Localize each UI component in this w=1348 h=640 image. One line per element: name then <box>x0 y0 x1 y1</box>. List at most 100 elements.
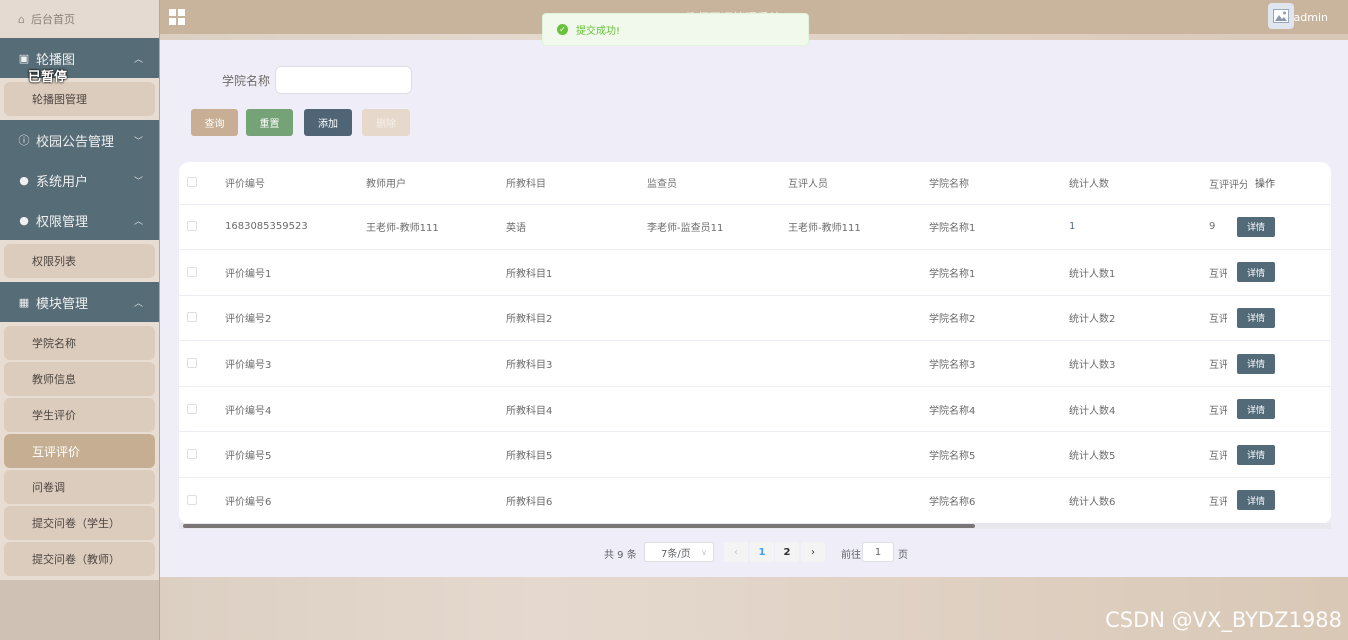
search-college-input[interactable] <box>275 66 412 94</box>
table-cell: 9 <box>1190 204 1227 251</box>
table-cell: 李老师-监查员11 <box>628 204 769 251</box>
column-header: 互评评分 操作 <box>1190 162 1331 205</box>
menu-group-system-users[interactable]: ● 系统用户 ﹀ <box>0 160 159 200</box>
menu-group-modules[interactable]: ▦ 模块管理 ︿ <box>0 282 159 322</box>
page-size-select[interactable]: 7条/页 ∨ <box>644 542 714 562</box>
table-cell: 统计人数6 <box>1050 477 1190 524</box>
submenu-modules: 学院名称 教师信息 学生评价 互评评价 问卷调 提交问卷（学生） 提交问卷（教师… <box>0 322 159 580</box>
table-cell: 学院名称3 <box>910 340 1050 387</box>
success-toast: ✓ 提交成功! <box>542 13 809 46</box>
sidebar-home-label: 后台首页 <box>30 13 75 26</box>
sidebar-item-submit-survey-student[interactable]: 提交问卷（学生） <box>4 506 155 540</box>
sidebar-item-student-eval[interactable]: 学生评价 <box>4 398 155 432</box>
table-cell: 评价编号1 <box>206 249 347 296</box>
query-button[interactable]: 查询 <box>191 109 238 136</box>
detail-button[interactable]: 详情 <box>1237 307 1275 328</box>
table-cell <box>769 431 910 479</box>
table-cell: 1 <box>1050 204 1190 251</box>
table-cell <box>769 477 910 524</box>
avatar[interactable] <box>1268 3 1294 29</box>
user-name[interactable]: admin <box>1294 11 1328 24</box>
image-icon: ▣ <box>18 51 30 65</box>
detail-button[interactable]: 详情 <box>1237 399 1275 420</box>
table-cell: 统计人数4 <box>1050 386 1190 433</box>
table-cell: 所教科目6 <box>487 477 628 524</box>
delete-button[interactable]: 删除 <box>362 109 410 136</box>
reset-button[interactable]: 重置 <box>246 109 293 136</box>
row-checkbox[interactable] <box>187 266 197 277</box>
table-cell: 学院名称4 <box>910 386 1050 433</box>
menu-group-label: 权限管理 <box>36 214 89 230</box>
sidebar-item-peer-eval[interactable]: 互评评价 <box>4 434 155 468</box>
page-2-button[interactable]: 2 <box>775 542 799 562</box>
horizontal-scrollbar[interactable] <box>183 524 975 528</box>
image-placeholder-icon <box>1273 9 1289 23</box>
row-checkbox[interactable] <box>187 449 197 460</box>
page-size-value: 7条/页 <box>661 548 691 560</box>
goto-page-input[interactable]: 1 <box>862 542 894 562</box>
table-cell: 互评评分 <box>1190 340 1227 387</box>
table-cell <box>769 249 910 296</box>
user-icon: ● <box>19 173 29 187</box>
add-button[interactable]: 添加 <box>304 109 352 136</box>
sidebar-item-carousel-manage[interactable]: 轮播图管理 <box>4 82 155 116</box>
chevron-up-icon: ︿ <box>133 298 143 309</box>
menu-group-carousel[interactable]: ▣ 轮播图 ︿ <box>0 38 159 78</box>
sidebar-item-teacher-info[interactable]: 教师信息 <box>4 362 155 396</box>
table-cell <box>628 431 769 479</box>
detail-button[interactable]: 详情 <box>1237 262 1275 283</box>
page-1-button[interactable]: 1 <box>750 542 774 562</box>
table-cell: 学院名称1 <box>910 204 1050 251</box>
row-checkbox[interactable] <box>187 403 197 414</box>
detail-button[interactable]: 详情 <box>1237 353 1275 374</box>
sidebar-item-college-name[interactable]: 学院名称 <box>4 326 155 360</box>
row-checkbox[interactable] <box>187 358 197 369</box>
detail-button[interactable]: 详情 <box>1237 216 1275 237</box>
table-cell: 评价编号3 <box>206 340 347 387</box>
chevron-up-icon: ︿ <box>133 54 143 65</box>
table-cell: 所教科目1 <box>487 249 628 296</box>
sidebar-item-submit-survey-teacher[interactable]: 提交问卷（教师） <box>4 542 155 576</box>
detail-button[interactable]: 详情 <box>1237 490 1275 511</box>
toast-message: 提交成功! <box>576 26 621 37</box>
table-cell <box>347 340 487 387</box>
column-header-actions: 操作 <box>1255 178 1275 190</box>
table-cell: 学院名称5 <box>910 431 1050 479</box>
main-content: 学院名称 查询 重置 添加 删除 评价编号 教师用户 所教科目 监查员 互评人员… <box>160 40 1348 577</box>
sidebar-home-link[interactable]: ⌂ 后台首页 <box>0 0 159 38</box>
table-cell <box>769 340 910 387</box>
data-table: 评价编号 教师用户 所教科目 监查员 互评人员 学院名称 统计人数 互评评分 操作… <box>179 162 1331 524</box>
column-header: 学院名称 <box>910 162 1050 205</box>
select-all-checkbox[interactable] <box>187 177 197 188</box>
table-cell <box>628 477 769 524</box>
table-cell: 统计人数3 <box>1050 340 1190 387</box>
menu-group-announcements[interactable]: ⓘ 校园公告管理 ﹀ <box>0 120 159 160</box>
detail-button[interactable]: 详情 <box>1237 444 1275 465</box>
submenu-carousel: 轮播图管理 <box>0 78 159 120</box>
menu-toggle-icon[interactable] <box>169 9 185 25</box>
home-icon: ⌂ <box>18 12 25 26</box>
actions-cell: 详情 <box>1227 204 1331 251</box>
next-page-button[interactable]: › <box>801 542 825 562</box>
menu-group-label: 模块管理 <box>36 296 89 312</box>
row-checkbox[interactable] <box>187 494 197 505</box>
table-cell: 所教科目2 <box>487 295 628 342</box>
sidebar-item-survey[interactable]: 问卷调 <box>4 470 155 504</box>
sidebar-item-permission-list[interactable]: 权限列表 <box>4 244 155 278</box>
column-header: 监查员 <box>628 162 769 205</box>
actions-cell: 详情 <box>1227 431 1331 479</box>
menu-group-permissions[interactable]: ● 权限管理 ︿ <box>0 200 159 240</box>
table-cell <box>347 386 487 433</box>
row-checkbox[interactable] <box>187 221 197 232</box>
table-cell: 王老师-教师111 <box>769 204 910 251</box>
chevron-up-icon: ︿ <box>133 216 143 227</box>
row-checkbox[interactable] <box>187 312 197 323</box>
prev-page-button[interactable]: ‹ <box>724 542 748 562</box>
sidebar: ⌂ 后台首页 ▣ 轮播图 ︿ 轮播图管理 ⓘ 校园公告管理 ﹀ ● 系统用户 ﹀… <box>0 0 160 640</box>
table-cell <box>769 295 910 342</box>
table-cell: 所教科目3 <box>487 340 628 387</box>
row-checkbox-cell <box>179 431 206 479</box>
table-row: 评价编号1 所教科目1 学院名称1统计人数1互评评分详情 <box>179 249 1331 296</box>
actions-cell: 详情 <box>1227 477 1331 524</box>
row-checkbox-cell <box>179 386 206 433</box>
